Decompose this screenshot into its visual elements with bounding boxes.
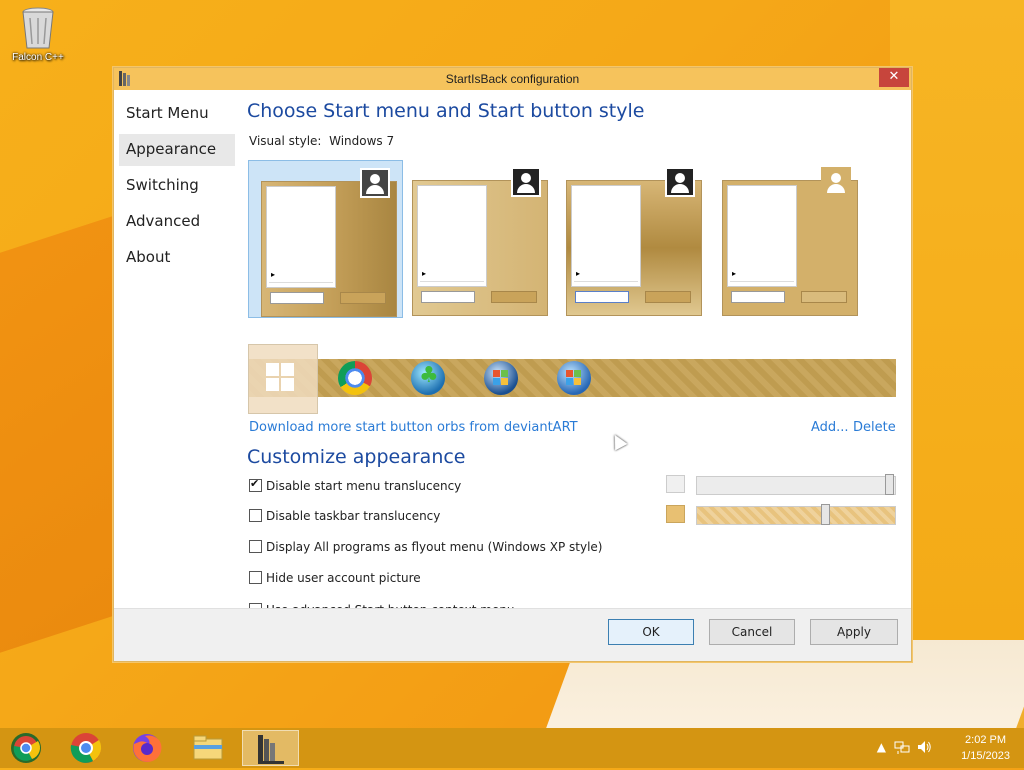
- window-title: StartIsBack configuration: [445, 72, 580, 86]
- option-disable-taskbar-translucency[interactable]: Disable taskbar translucency: [249, 508, 440, 526]
- user-avatar-icon: [360, 168, 390, 198]
- apply-button[interactable]: Apply: [810, 619, 898, 645]
- checkbox-checked[interactable]: [249, 476, 262, 492]
- option-label: Hide user account picture: [266, 571, 421, 585]
- start-menu-opacity-slider[interactable]: [696, 474, 896, 495]
- option-label: Disable start menu translucency: [266, 479, 462, 493]
- slider-thumb[interactable]: [885, 474, 894, 495]
- taskbar-opacity-slider[interactable]: [696, 504, 896, 525]
- checkbox[interactable]: [249, 540, 262, 553]
- title-bar[interactable]: StartIsBack configuration ✕: [114, 68, 911, 90]
- checkbox[interactable]: [249, 571, 262, 584]
- style-preview: ▸: [722, 167, 858, 316]
- style-preview: ▸: [566, 167, 702, 316]
- dialog-footer: OK Cancel Apply: [114, 608, 911, 661]
- file-explorer-icon: [193, 735, 223, 760]
- cancel-button[interactable]: Cancel: [709, 619, 795, 645]
- clock-date: 1/15/2023: [961, 750, 1010, 762]
- taskbar-file-explorer[interactable]: [182, 730, 234, 766]
- user-avatar-icon: [665, 167, 695, 197]
- chrome-orb-icon[interactable]: [338, 361, 372, 395]
- taskbar: ▲ 2:02 PM 1/15/2023: [0, 728, 1024, 768]
- ok-button[interactable]: OK: [608, 619, 694, 645]
- slider-thumb[interactable]: [821, 504, 830, 525]
- chrome-start-orb-icon: [11, 733, 41, 763]
- recycle-bin-icon: [20, 6, 56, 50]
- clock-time: 2:02 PM: [965, 734, 1007, 746]
- show-hidden-icons-chevron-icon[interactable]: ▲: [877, 740, 886, 754]
- style-preview: ▸: [412, 167, 548, 316]
- style-option-1[interactable]: ▸: [248, 160, 403, 318]
- style-option-2[interactable]: ▸: [402, 160, 557, 318]
- start-button[interactable]: [0, 730, 52, 766]
- start-menu-color-swatch[interactable]: [666, 475, 685, 493]
- windows7-orb-icon[interactable]: [557, 361, 591, 395]
- taskbar-firefox[interactable]: [121, 730, 173, 766]
- system-clock[interactable]: 2:02 PM 1/15/2023: [961, 732, 1010, 764]
- option-label: Disable taskbar translucency: [266, 509, 441, 523]
- sidebar-item-advanced[interactable]: Advanced: [119, 206, 235, 238]
- download-orbs-link[interactable]: Download more start button orbs from dev…: [249, 420, 578, 435]
- desktop-icon-recycle-bin[interactable]: Falcon C++: [6, 6, 70, 63]
- sidebar-item-switching[interactable]: Switching: [119, 170, 235, 202]
- orb-strip: [248, 344, 896, 414]
- taskbar-chrome[interactable]: [60, 730, 112, 766]
- clover-orb-icon[interactable]: [411, 361, 445, 395]
- style-gallery: ▸ ▸ ▸ ▸: [248, 160, 888, 318]
- visual-style-caption: Visual style:: [249, 134, 322, 148]
- option-all-programs-flyout[interactable]: Display All programs as flyout menu (Win…: [249, 539, 602, 557]
- checkbox[interactable]: [249, 509, 262, 522]
- config-window: StartIsBack configuration ✕ Start Menu A…: [113, 67, 912, 662]
- visual-style-label: Visual style: Windows 7: [249, 134, 394, 148]
- firefox-icon: [133, 734, 162, 762]
- option-hide-user-picture[interactable]: Hide user account picture: [249, 570, 421, 588]
- user-avatar-icon: [821, 167, 851, 197]
- close-button[interactable]: ✕: [879, 68, 909, 87]
- chrome-icon: [70, 733, 102, 763]
- startisback-config-icon: [258, 735, 284, 764]
- delete-orb-link[interactable]: Delete: [853, 420, 896, 435]
- user-avatar-icon: [511, 167, 541, 197]
- sidebar-item-start-menu[interactable]: Start Menu: [119, 98, 235, 130]
- section-heading-customize: Customize appearance: [247, 446, 466, 468]
- volume-icon[interactable]: [916, 739, 932, 758]
- style-preview: ▸: [261, 168, 397, 317]
- visual-style-value: Windows 7: [329, 134, 395, 148]
- window-body: Start Menu Appearance Switching Advanced…: [114, 90, 911, 617]
- taskbar-color-swatch[interactable]: [666, 505, 685, 523]
- vista-orb-icon[interactable]: [484, 361, 518, 395]
- section-heading-style: Choose Start menu and Start button style: [247, 100, 645, 122]
- sidebar: Start Menu Appearance Switching Advanced…: [119, 98, 235, 278]
- add-orb-link[interactable]: Add...: [811, 420, 849, 435]
- sidebar-item-appearance[interactable]: Appearance: [119, 134, 235, 166]
- windows8-orb-icon[interactable]: [266, 363, 296, 393]
- option-disable-start-menu-translucency[interactable]: Disable start menu translucency: [249, 476, 462, 496]
- style-option-3[interactable]: ▸: [556, 160, 711, 318]
- network-icon[interactable]: [894, 739, 910, 758]
- style-option-4[interactable]: ▸: [710, 160, 865, 318]
- option-label: Display All programs as flyout menu (Win…: [266, 540, 603, 554]
- sidebar-item-about[interactable]: About: [119, 242, 235, 274]
- taskbar-startisback-config[interactable]: [242, 730, 299, 766]
- desktop-icon-label: Falcon C++: [12, 52, 64, 63]
